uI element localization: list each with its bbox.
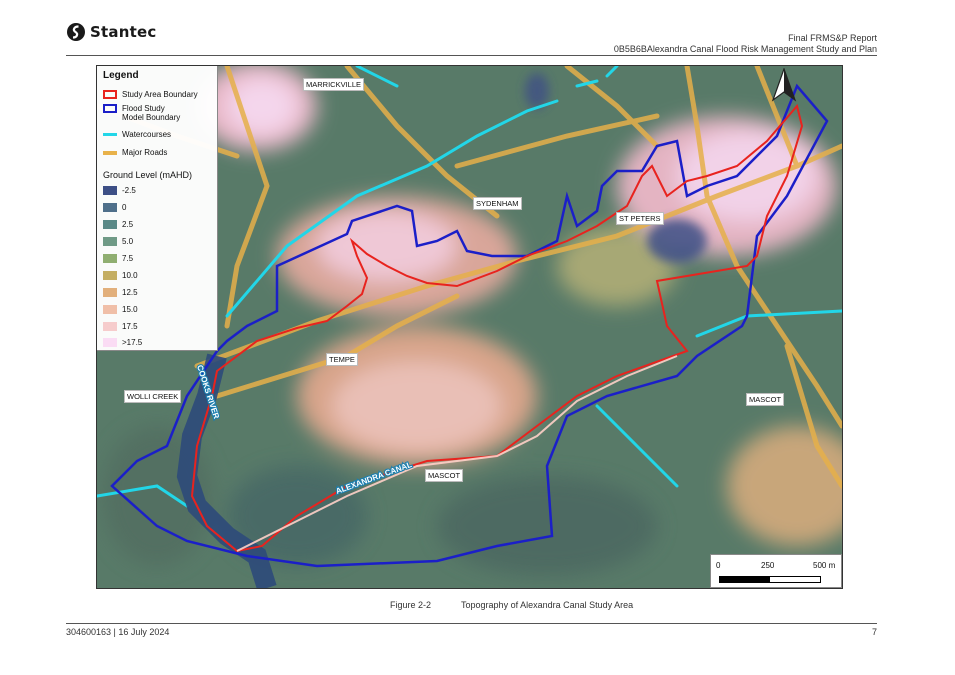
- legend-item-major-roads: Major Roads: [103, 148, 167, 157]
- stantec-logo-icon: [67, 23, 85, 41]
- legend-level-swatch: [103, 237, 117, 246]
- scale-bar-segment: [720, 577, 770, 582]
- logo-text: Stantec: [90, 23, 157, 41]
- legend-level-label: 5.0: [122, 237, 134, 246]
- report-subtitle: 0B5B6BAlexandra Canal Flood Risk Managem…: [613, 44, 877, 54]
- legend-label-line1: Flood Study: [122, 104, 165, 113]
- legend-level-label: 7.5: [122, 254, 134, 263]
- legend-level-label: >17.5: [122, 338, 143, 347]
- report-title: Final FRMS&P Report: [788, 33, 877, 43]
- scale-label-zero: 0: [716, 561, 721, 570]
- legend-item-study-area: Study Area Boundary: [103, 90, 198, 99]
- legend-title: Legend: [103, 70, 139, 81]
- place-label-sydenham: SYDENHAM: [473, 197, 522, 210]
- legend-level-swatch: [103, 254, 117, 263]
- scale-label-end: 500 m: [813, 561, 836, 570]
- legend-level-row: 7.5: [103, 254, 133, 263]
- legend-level-row: 5.0: [103, 237, 133, 246]
- legend-level-label: -2.5: [122, 186, 136, 195]
- legend-label-line2: Model Boundary: [122, 113, 181, 122]
- legend-level-label: 17.5: [122, 322, 138, 331]
- place-label-wolli-creek: WOLLI CREEK: [124, 390, 182, 403]
- legend-ground-title: Ground Level (mAHD): [103, 170, 193, 180]
- legend-level-row: 2.5: [103, 220, 133, 229]
- map-legend: Legend Study Area Boundary Flood Study M…: [97, 66, 218, 351]
- report-header: Final FRMS&P Report 0B5B6BAlexandra Cana…: [614, 33, 877, 55]
- scale-bar: 0 250 500 m: [710, 554, 842, 588]
- legend-level-swatch: [103, 338, 117, 347]
- legend-level-label: 12.5: [122, 288, 138, 297]
- legend-level-label: 10.0: [122, 271, 138, 280]
- legend-item-flood-study: Flood Study Model Boundary: [103, 104, 180, 122]
- place-label-mascot-east: MASCOT: [746, 393, 785, 406]
- figure-number: Figure 2-2: [390, 600, 432, 610]
- stantec-logo: Stantec: [66, 22, 156, 42]
- legend-level-swatch: [103, 305, 117, 314]
- legend-level-swatch: [103, 186, 117, 195]
- legend-level-label: 2.5: [122, 220, 134, 229]
- page-number: 7: [871, 627, 877, 637]
- legend-level-swatch: [103, 322, 117, 331]
- legend-level-swatch: [103, 203, 117, 212]
- scale-bar-graphic: [719, 576, 821, 583]
- legend-swatch-major-roads: [103, 151, 117, 155]
- legend-level-row: >17.5: [103, 338, 142, 347]
- legend-level-label: 15.0: [122, 305, 138, 314]
- legend-label: Study Area Boundary: [122, 90, 198, 99]
- legend-level-row: 15.0: [103, 305, 138, 314]
- legend-level-row: 17.5: [103, 322, 138, 331]
- legend-level-label: 0: [122, 203, 127, 212]
- north-arrow-icon: [771, 68, 797, 102]
- place-label-tempe: TEMPE: [326, 353, 358, 366]
- figure-title: Topography of Alexandra Canal Study Area: [461, 600, 634, 610]
- legend-swatch-watercourses: [103, 133, 117, 136]
- scale-label-mid: 250: [761, 561, 775, 570]
- legend-level-row: 0: [103, 203, 126, 212]
- header-divider: [66, 55, 877, 56]
- legend-label: Flood Study Model Boundary: [122, 104, 180, 122]
- legend-level-swatch: [103, 288, 117, 297]
- legend-level-row: -2.5: [103, 186, 136, 195]
- document-reference: 304600163 | 16 July 2024: [66, 627, 170, 637]
- legend-label: Watercourses: [122, 130, 172, 139]
- place-label-mascot-south: MASCOT: [425, 469, 464, 482]
- legend-level-swatch: [103, 271, 117, 280]
- legend-item-watercourses: Watercourses: [103, 130, 171, 139]
- legend-level-row: 10.0: [103, 271, 138, 280]
- topography-map: COOKS RIVER ALEXANDRA CANAL Legend Study…: [96, 65, 843, 589]
- place-label-marrickville: MARRICKVILLE: [303, 78, 365, 91]
- footer-divider: [66, 623, 877, 624]
- legend-swatch-flood-study: [103, 104, 117, 113]
- legend-level-swatch: [103, 220, 117, 229]
- legend-level-row: 12.5: [103, 288, 138, 297]
- place-label-st-peters: ST PETERS: [616, 212, 664, 225]
- legend-label: Major Roads: [122, 148, 168, 157]
- figure-caption: Figure 2-2 Topography of Alexandra Canal…: [390, 600, 633, 610]
- legend-swatch-study-area: [103, 90, 117, 99]
